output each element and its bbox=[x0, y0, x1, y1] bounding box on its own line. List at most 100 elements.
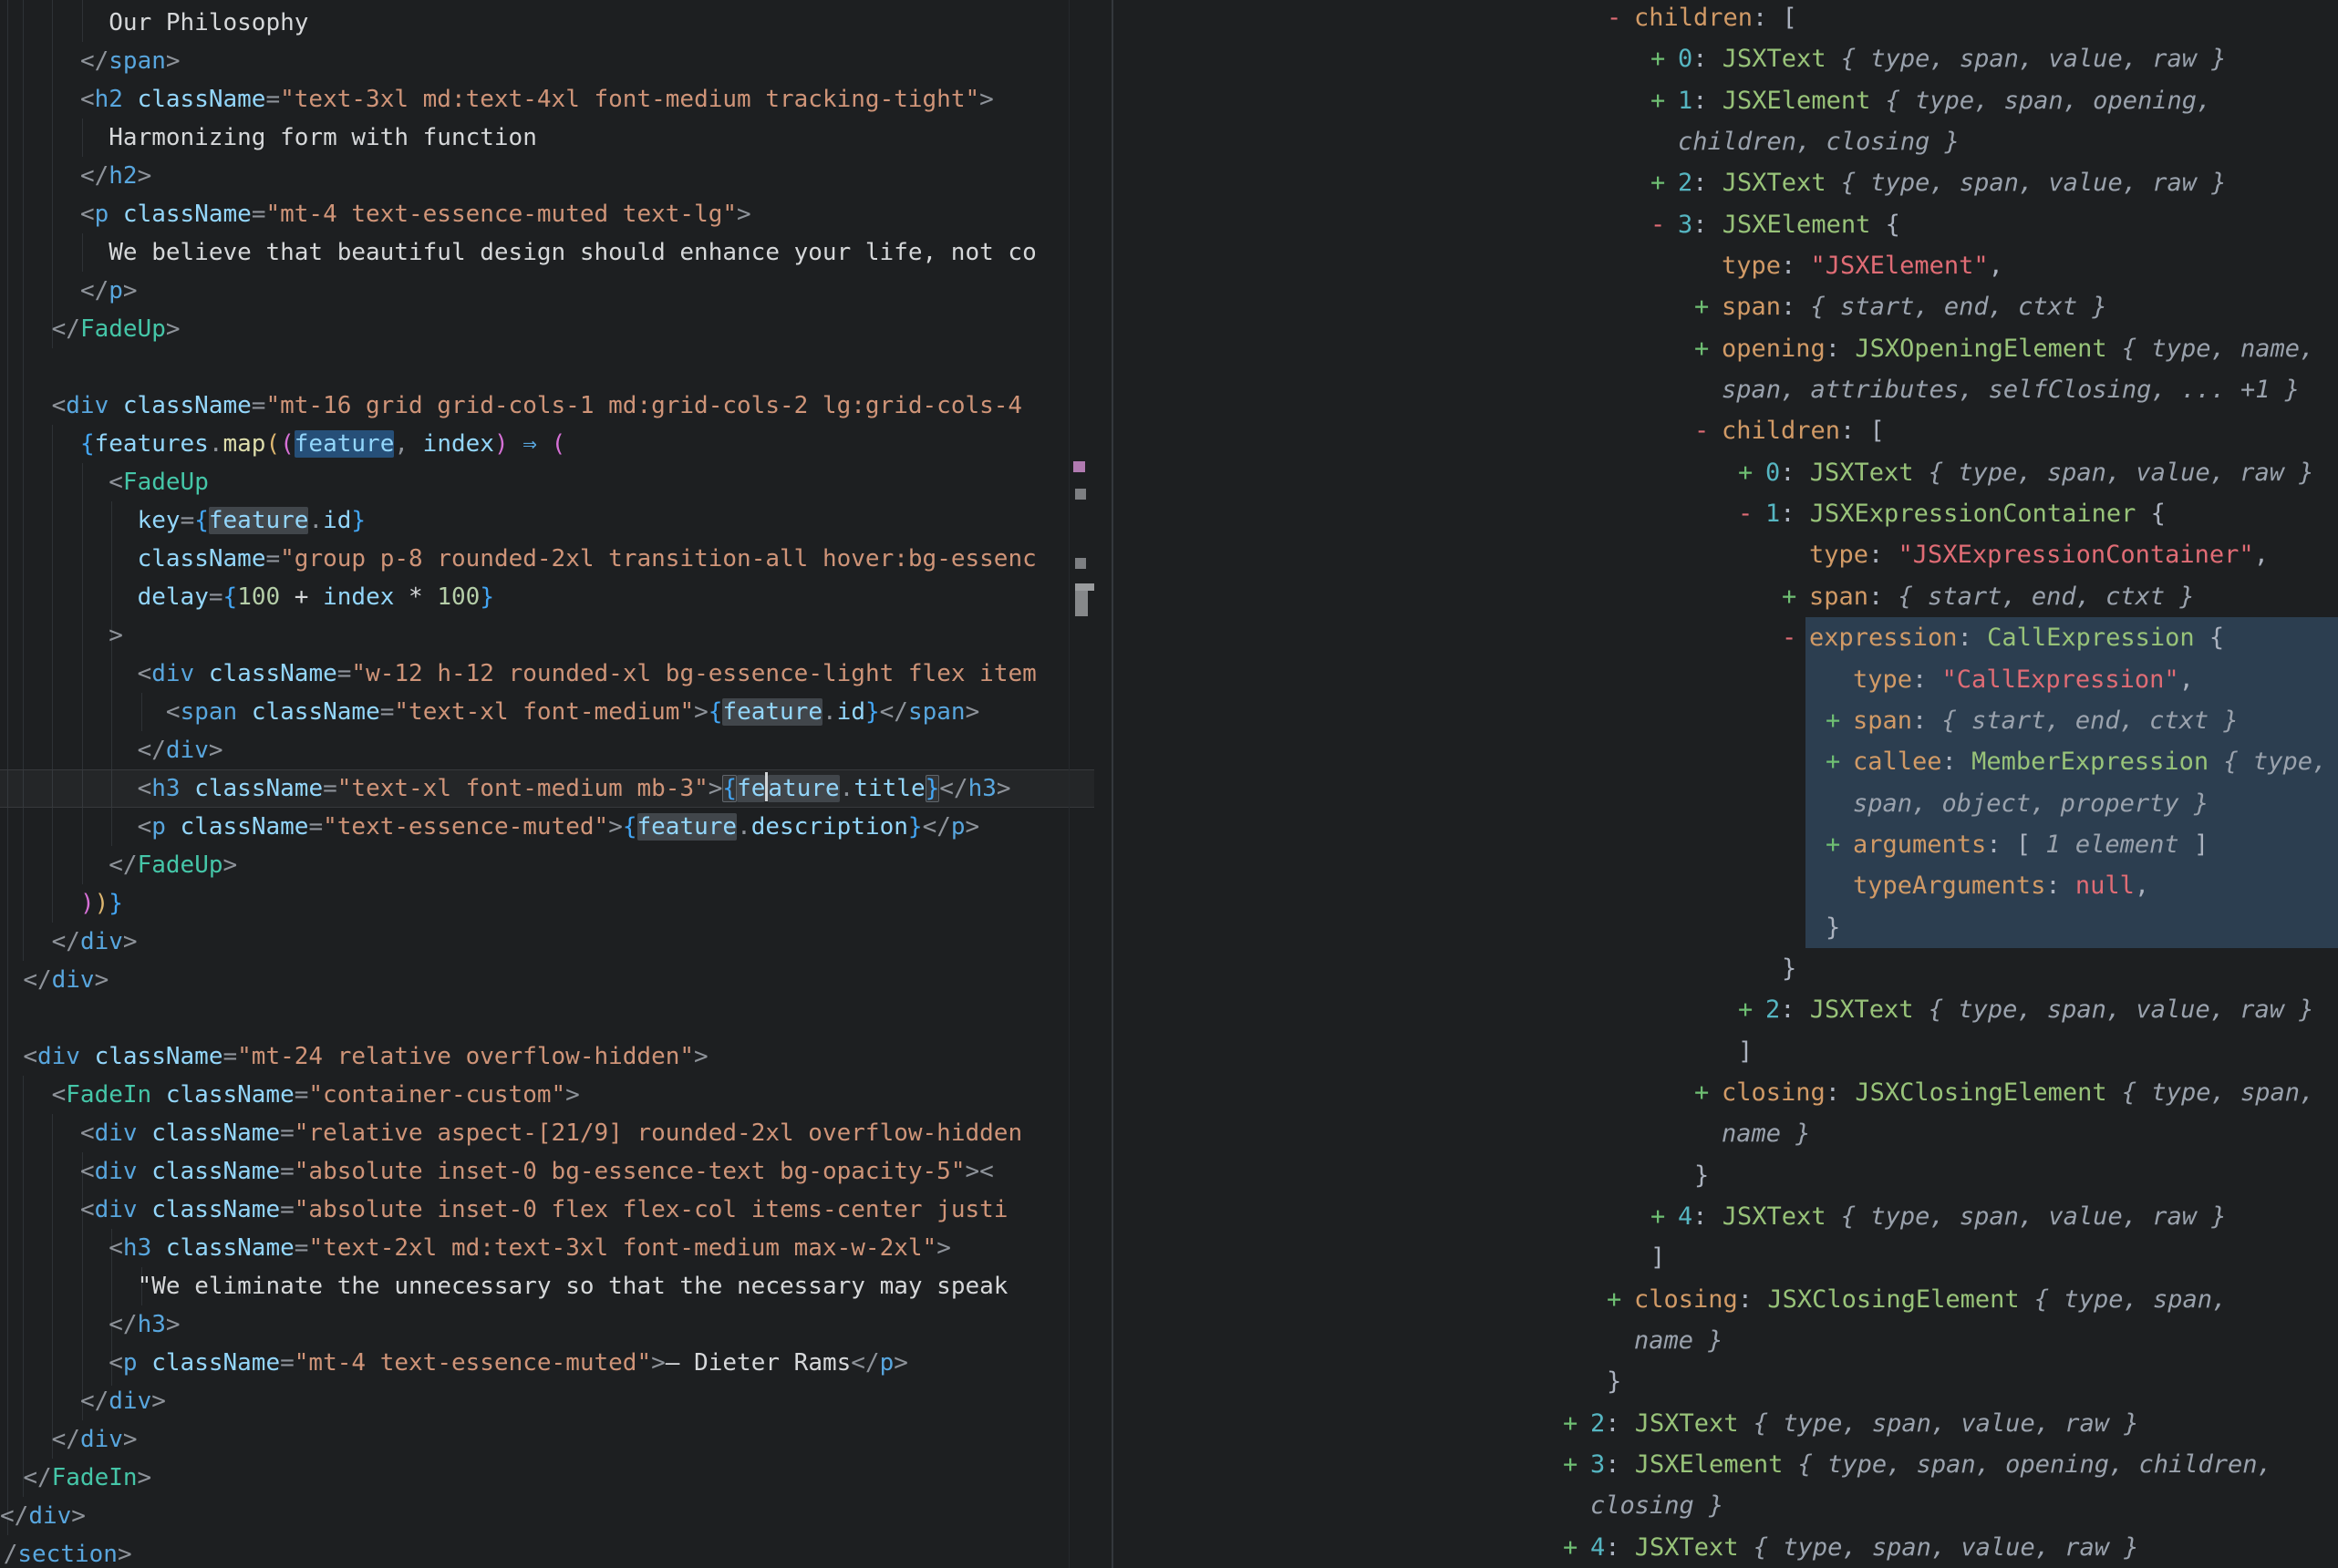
expand-node-toggle[interactable]: + bbox=[1782, 576, 1809, 617]
code-line[interactable]: </h3> bbox=[0, 1305, 1094, 1344]
collapse-node-toggle[interactable]: - bbox=[1782, 617, 1809, 658]
ast-row[interactable]: +opening: JSXOpeningElement { type, name… bbox=[1113, 328, 2338, 369]
expand-node-toggle[interactable]: + bbox=[1650, 38, 1678, 79]
code-line[interactable]: <FadeIn className="container-custom"> bbox=[0, 1076, 1094, 1114]
expand-node-toggle[interactable]: + bbox=[1650, 1196, 1678, 1237]
expand-node-toggle[interactable]: + bbox=[1563, 1403, 1590, 1444]
ast-row[interactable]: +callee: MemberExpression { type, bbox=[1113, 741, 2338, 782]
code-line[interactable]: <div className="relative aspect-[21/9] r… bbox=[0, 1114, 1094, 1152]
ast-row[interactable]: +4: JSXText { type, span, value, raw } bbox=[1113, 1527, 2338, 1568]
ast-row[interactable]: } bbox=[1113, 1361, 2338, 1402]
collapse-node-toggle[interactable]: - bbox=[1694, 410, 1722, 451]
code-line[interactable]: {features.map((feature, index) ⇒ ( bbox=[0, 425, 1094, 463]
ast-row[interactable]: +closing: JSXClosingElement { type, span… bbox=[1113, 1279, 2338, 1320]
code-line[interactable]: </FadeUp> bbox=[0, 310, 1094, 348]
code-line[interactable]: <h2 className="text-3xl md:text-4xl font… bbox=[0, 80, 1094, 119]
code-line-cursor[interactable]: <h3 className="text-xl font-medium mb-3"… bbox=[0, 769, 1094, 808]
ast-row[interactable]: +span: { start, end, ctxt } bbox=[1113, 576, 2338, 617]
ast-row[interactable]: -expression: CallExpression { bbox=[1113, 617, 2338, 658]
code-line[interactable]: </div> bbox=[0, 1497, 1094, 1535]
expand-node-toggle[interactable]: + bbox=[1650, 162, 1678, 203]
ast-row[interactable]: -children: [ bbox=[1113, 410, 2338, 451]
ast-row[interactable]: span, object, property } bbox=[1113, 783, 2338, 824]
expand-node-toggle[interactable]: + bbox=[1607, 1279, 1634, 1320]
ast-tree-pane[interactable]: -children: [+0: JSXText { type, span, va… bbox=[1113, 0, 2338, 1568]
ast-row[interactable]: } bbox=[1113, 1155, 2338, 1196]
code-line[interactable]: Our Philosophy bbox=[0, 4, 1094, 42]
ast-row[interactable]: +0: JSXText { type, span, value, raw } bbox=[1113, 452, 2338, 493]
code-line[interactable]: </p> bbox=[0, 272, 1094, 310]
expand-node-toggle[interactable]: + bbox=[1563, 1444, 1590, 1485]
expand-node-toggle[interactable]: + bbox=[1738, 989, 1765, 1030]
overview-ruler[interactable] bbox=[1069, 0, 1094, 1568]
ast-row[interactable]: ] bbox=[1113, 1237, 2338, 1278]
code-line[interactable]: <div className="absolute inset-0 flex fl… bbox=[0, 1191, 1094, 1229]
code-line[interactable]: <h3 className="text-2xl md:text-3xl font… bbox=[0, 1229, 1094, 1267]
code-line[interactable]: </h2> bbox=[0, 157, 1094, 195]
ast-row[interactable]: +4: JSXText { type, span, value, raw } bbox=[1113, 1196, 2338, 1237]
ast-row[interactable]: } bbox=[1113, 948, 2338, 989]
collapse-node-toggle[interactable]: - bbox=[1607, 0, 1634, 38]
code-line[interactable]: > bbox=[0, 616, 1094, 655]
ast-row[interactable]: name } bbox=[1113, 1113, 2338, 1154]
code-line[interactable]: delay={100 + index * 100} bbox=[0, 578, 1094, 616]
code-line[interactable]: <FadeUp bbox=[0, 463, 1094, 501]
expand-node-toggle[interactable]: + bbox=[1563, 1527, 1590, 1568]
expand-node-toggle[interactable]: + bbox=[1826, 700, 1853, 741]
collapse-node-toggle[interactable]: - bbox=[1650, 204, 1678, 245]
code-line[interactable]: <p className="mt-4 text-essence-muted">—… bbox=[0, 1344, 1094, 1382]
code-line[interactable]: <div className="w-12 h-12 rounded-xl bg-… bbox=[0, 655, 1094, 693]
code-line[interactable]: <p className="text-essence-muted">{featu… bbox=[0, 808, 1094, 846]
code-line[interactable]: <p className="mt-4 text-essence-muted te… bbox=[0, 195, 1094, 233]
ast-row[interactable]: +2: JSXText { type, span, value, raw } bbox=[1113, 1403, 2338, 1444]
code-line[interactable]: </div> bbox=[0, 731, 1094, 769]
code-editor-pane[interactable]: Our Philosophy</span><h2 className="text… bbox=[0, 0, 1094, 1568]
ast-row[interactable]: +2: JSXText { type, span, value, raw } bbox=[1113, 989, 2338, 1030]
ast-row[interactable]: +span: { start, end, ctxt } bbox=[1113, 700, 2338, 741]
code-line[interactable]: <div className="mt-16 grid grid-cols-1 m… bbox=[0, 387, 1094, 425]
code-line[interactable]: </FadeIn> bbox=[0, 1459, 1094, 1497]
ast-row[interactable]: ] bbox=[1113, 1031, 2338, 1072]
ast-row[interactable]: +2: JSXText { type, span, value, raw } bbox=[1113, 162, 2338, 203]
code-line[interactable]: </div> bbox=[0, 1382, 1094, 1420]
code-line[interactable]: We believe that beautiful design should … bbox=[0, 233, 1094, 272]
ast-row[interactable]: type: "JSXElement", bbox=[1113, 245, 2338, 286]
ast-row[interactable]: +closing: JSXClosingElement { type, span… bbox=[1113, 1072, 2338, 1113]
ast-row[interactable]: type: "JSXExpressionContainer", bbox=[1113, 534, 2338, 575]
ast-row[interactable]: +3: JSXElement { type, span, opening, ch… bbox=[1113, 1444, 2338, 1485]
ast-row[interactable]: } bbox=[1113, 907, 2338, 948]
code-line[interactable]: className="group p-8 rounded-2xl transit… bbox=[0, 540, 1094, 578]
ast-row[interactable]: +1: JSXElement { type, span, opening, bbox=[1113, 80, 2338, 121]
ast-row[interactable]: children, closing } bbox=[1113, 121, 2338, 162]
expand-node-toggle[interactable]: + bbox=[1738, 452, 1765, 493]
code-line[interactable]: </div> bbox=[0, 923, 1094, 961]
code-line[interactable]: <div className="absolute inset-0 bg-esse… bbox=[0, 1152, 1094, 1191]
ast-row[interactable]: +span: { start, end, ctxt } bbox=[1113, 286, 2338, 327]
ast-row[interactable]: -1: JSXExpressionContainer { bbox=[1113, 493, 2338, 534]
expand-node-toggle[interactable]: + bbox=[1650, 80, 1678, 121]
code-line[interactable]: Harmonizing form with function bbox=[0, 119, 1094, 157]
code-line[interactable]: </div> bbox=[0, 961, 1094, 999]
code-line[interactable]: /section> bbox=[0, 1535, 1094, 1568]
code-line[interactable]: key={feature.id} bbox=[0, 501, 1094, 540]
code-line[interactable]: </div> bbox=[0, 1420, 1094, 1459]
code-line[interactable]: <span className="text-xl font-medium">{f… bbox=[0, 693, 1094, 731]
code-line[interactable]: <div className="mt-24 relative overflow-… bbox=[0, 1037, 1094, 1076]
expand-node-toggle[interactable]: + bbox=[1694, 328, 1722, 369]
ast-row[interactable]: typeArguments: null, bbox=[1113, 865, 2338, 906]
ast-row[interactable]: -children: [ bbox=[1113, 0, 2338, 38]
code-line[interactable]: </span> bbox=[0, 42, 1094, 80]
ast-row[interactable]: +arguments: [ 1 element ] bbox=[1113, 824, 2338, 865]
code-line[interactable]: ))} bbox=[0, 884, 1094, 923]
ast-row[interactable]: -3: JSXElement { bbox=[1113, 204, 2338, 245]
collapse-node-toggle[interactable]: - bbox=[1738, 493, 1765, 534]
expand-node-toggle[interactable]: + bbox=[1826, 824, 1853, 865]
expand-node-toggle[interactable]: + bbox=[1826, 741, 1853, 782]
ast-row[interactable]: +0: JSXText { type, span, value, raw } bbox=[1113, 38, 2338, 79]
code-line[interactable] bbox=[0, 999, 1094, 1037]
expand-node-toggle[interactable]: + bbox=[1694, 1072, 1722, 1113]
code-line[interactable] bbox=[0, 348, 1094, 387]
code-line[interactable]: "We eliminate the unnecessary so that th… bbox=[0, 1267, 1094, 1305]
expand-node-toggle[interactable]: + bbox=[1694, 286, 1722, 327]
code-line[interactable]: </FadeUp> bbox=[0, 846, 1094, 884]
